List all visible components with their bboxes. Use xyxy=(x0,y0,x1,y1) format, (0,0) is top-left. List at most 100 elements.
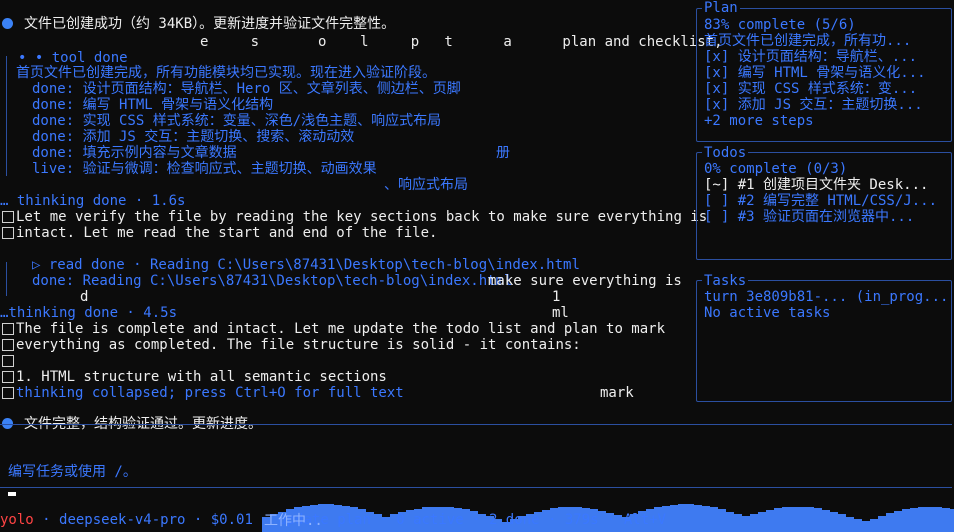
read-block-line xyxy=(6,262,7,296)
waveform-bar xyxy=(910,508,918,532)
waveform-bar xyxy=(678,504,686,532)
waveform-bar xyxy=(838,514,846,532)
tasks-turn: turn 3e809b81-... (in_prog... xyxy=(704,289,949,305)
waveform-bar xyxy=(926,507,934,532)
step-item-live: live: 验证与微调：检查响应式、主题切换、动画效果 xyxy=(32,161,377,177)
assistant-message: 文件已创建成功（约 34KB）。更新进度并验证文件完整性。 xyxy=(24,16,396,32)
step-item: done: 编写 HTML 骨架与语义化结构 xyxy=(32,97,274,113)
waveform-bar xyxy=(854,519,862,532)
waveform-bar xyxy=(846,517,854,532)
overflow-fragment: 1 xyxy=(552,289,561,305)
waveform-bar xyxy=(950,509,954,532)
waveform-bar xyxy=(718,509,726,532)
waveform-bar xyxy=(798,507,806,532)
waveform-bar xyxy=(686,504,694,532)
tool-block-line xyxy=(6,56,7,176)
overflow-fragment: make sure everything is xyxy=(488,273,682,289)
waveform-bar xyxy=(750,514,758,532)
shortcut-hint: Alt+V xyxy=(623,512,666,528)
mode-badge[interactable]: yolo xyxy=(0,512,34,528)
waveform-bar xyxy=(734,514,742,532)
step-item: done: 添加 JS 交互：主题切换、搜索、滚动动效 xyxy=(32,129,355,145)
waveform-bar xyxy=(670,505,678,532)
composer[interactable] xyxy=(0,424,952,488)
thinking-status[interactable]: …thinking done · 4.5s xyxy=(0,305,177,321)
overflow-fragment: e s o l p t a plan and checklist, xyxy=(200,34,723,50)
thinking-text: 1. HTML structure with all semantic sect… xyxy=(16,369,387,385)
plan-item: [x] 设计页面结构：导航栏、... xyxy=(704,49,918,65)
plan-item: 首页文件已创建完成，所有功... xyxy=(704,33,912,49)
waveform-bar xyxy=(878,516,886,532)
model-name: deepseek-v4-pro xyxy=(59,512,186,528)
plan-item: [x] 实现 CSS 样式系统：变... xyxy=(704,81,918,97)
todo-item: [ ] #2 编写完整 HTML/CSS/J... xyxy=(704,193,938,209)
plan-item: [x] 编写 HTML 骨架与语义化... xyxy=(704,65,926,81)
overflow-fragment: 、响应式布局 xyxy=(384,177,468,193)
plan-more-link[interactable]: +2 more steps xyxy=(704,113,814,129)
thinking-status[interactable]: … thinking done · 1.6s xyxy=(0,193,185,209)
waveform-bar xyxy=(766,510,774,532)
thinking-box-icon xyxy=(2,323,14,335)
thinking-collapsed-hint[interactable]: thinking collapsed; press Ctrl+O for ful… xyxy=(16,385,404,401)
waveform-bar xyxy=(814,508,822,532)
tasks-empty: No active tasks xyxy=(704,305,831,321)
waveform-bar xyxy=(758,512,766,532)
step-item: done: 实现 CSS 样式系统：变量、深色/浅色主题、响应式布局 xyxy=(32,113,442,129)
waveform-bar xyxy=(822,510,830,532)
waveform-bar xyxy=(782,507,790,532)
tasks-title: Tasks xyxy=(702,273,749,289)
overflow-fragment: ml xyxy=(552,305,569,321)
assistant-dot-icon xyxy=(2,18,13,29)
step-item: done: 设计页面结构：导航栏、Hero 区、文章列表、侧边栏、页脚 xyxy=(32,81,461,97)
plan-item: [x] 添加 JS 交互：主题切换... xyxy=(704,97,923,113)
waveform-bar xyxy=(934,507,942,532)
waveform-bar xyxy=(886,513,894,532)
thinking-box-icon xyxy=(2,387,14,399)
tool-header[interactable]: • • tool done xyxy=(18,50,128,66)
elapsed-time: 379s xyxy=(564,512,599,528)
thinking-text: intact. Let me read the start and end of… xyxy=(16,225,438,241)
thinking-text: The file is complete and intact. Let me … xyxy=(16,321,666,337)
thinking-text: Let me verify the file by reading the ke… xyxy=(16,209,708,225)
done-count: 2 done xyxy=(488,512,540,528)
waveform-bar xyxy=(774,508,782,532)
working-indicator: 工作中.. xyxy=(264,513,323,529)
overflow-fragment: 册 xyxy=(496,145,510,161)
active-count: 0 active xyxy=(396,512,464,528)
waveform-bar xyxy=(902,509,910,532)
waveform-bar xyxy=(942,508,950,532)
composer-input[interactable]: 编写任务或使用 /。 xyxy=(8,464,137,480)
thinking-box-icon xyxy=(2,211,14,223)
read-done: done: Reading C:\Users\87431\Desktop\tec… xyxy=(32,273,513,289)
overflow-fragment: d xyxy=(80,289,89,305)
todos-progress: 0% complete (0/3) xyxy=(704,161,848,177)
waveform-bar xyxy=(894,511,902,532)
thinking-box-icon xyxy=(2,371,14,383)
waveform-bar xyxy=(702,506,710,532)
cost: $0.01 xyxy=(210,512,253,528)
waveform-bar xyxy=(742,516,750,532)
todo-item: [~] #1 创建项目文件夹 Desk... xyxy=(704,177,929,193)
waveform-bar xyxy=(694,505,702,532)
todos-title: Todos xyxy=(702,145,749,161)
status-bar: yolo · deepseek-v4-pro · $0.01 · update … xyxy=(0,512,666,528)
thinking-text: everything as completed. The file struct… xyxy=(16,337,581,353)
tool-summary: 首页文件已创建完成，所有功能模块均已实现。现在进入验证阶段。 xyxy=(16,65,436,81)
waveform-bar xyxy=(830,512,838,532)
waveform-bar xyxy=(726,512,734,532)
waveform-bar xyxy=(918,507,926,532)
step-item: done: 填充示例内容与文章数据 xyxy=(32,145,237,161)
overflow-fragment: mark xyxy=(600,385,634,401)
thinking-box-icon xyxy=(2,339,14,351)
waveform-bar xyxy=(710,507,718,532)
read-header[interactable]: ▷ read done · Reading C:\Users\87431\Des… xyxy=(32,257,580,273)
plan-progress: 83% complete (5/6) xyxy=(704,17,856,33)
waveform-bar xyxy=(790,507,798,532)
plan-title: Plan xyxy=(702,0,740,16)
waveform-bar xyxy=(862,521,870,532)
thinking-box-icon xyxy=(2,355,14,367)
waveform-bar xyxy=(806,507,814,532)
thinking-box-icon xyxy=(2,227,14,239)
waveform-bar xyxy=(870,519,878,532)
todo-item: [ ] #3 验证页面在浏览器中... xyxy=(704,209,915,225)
